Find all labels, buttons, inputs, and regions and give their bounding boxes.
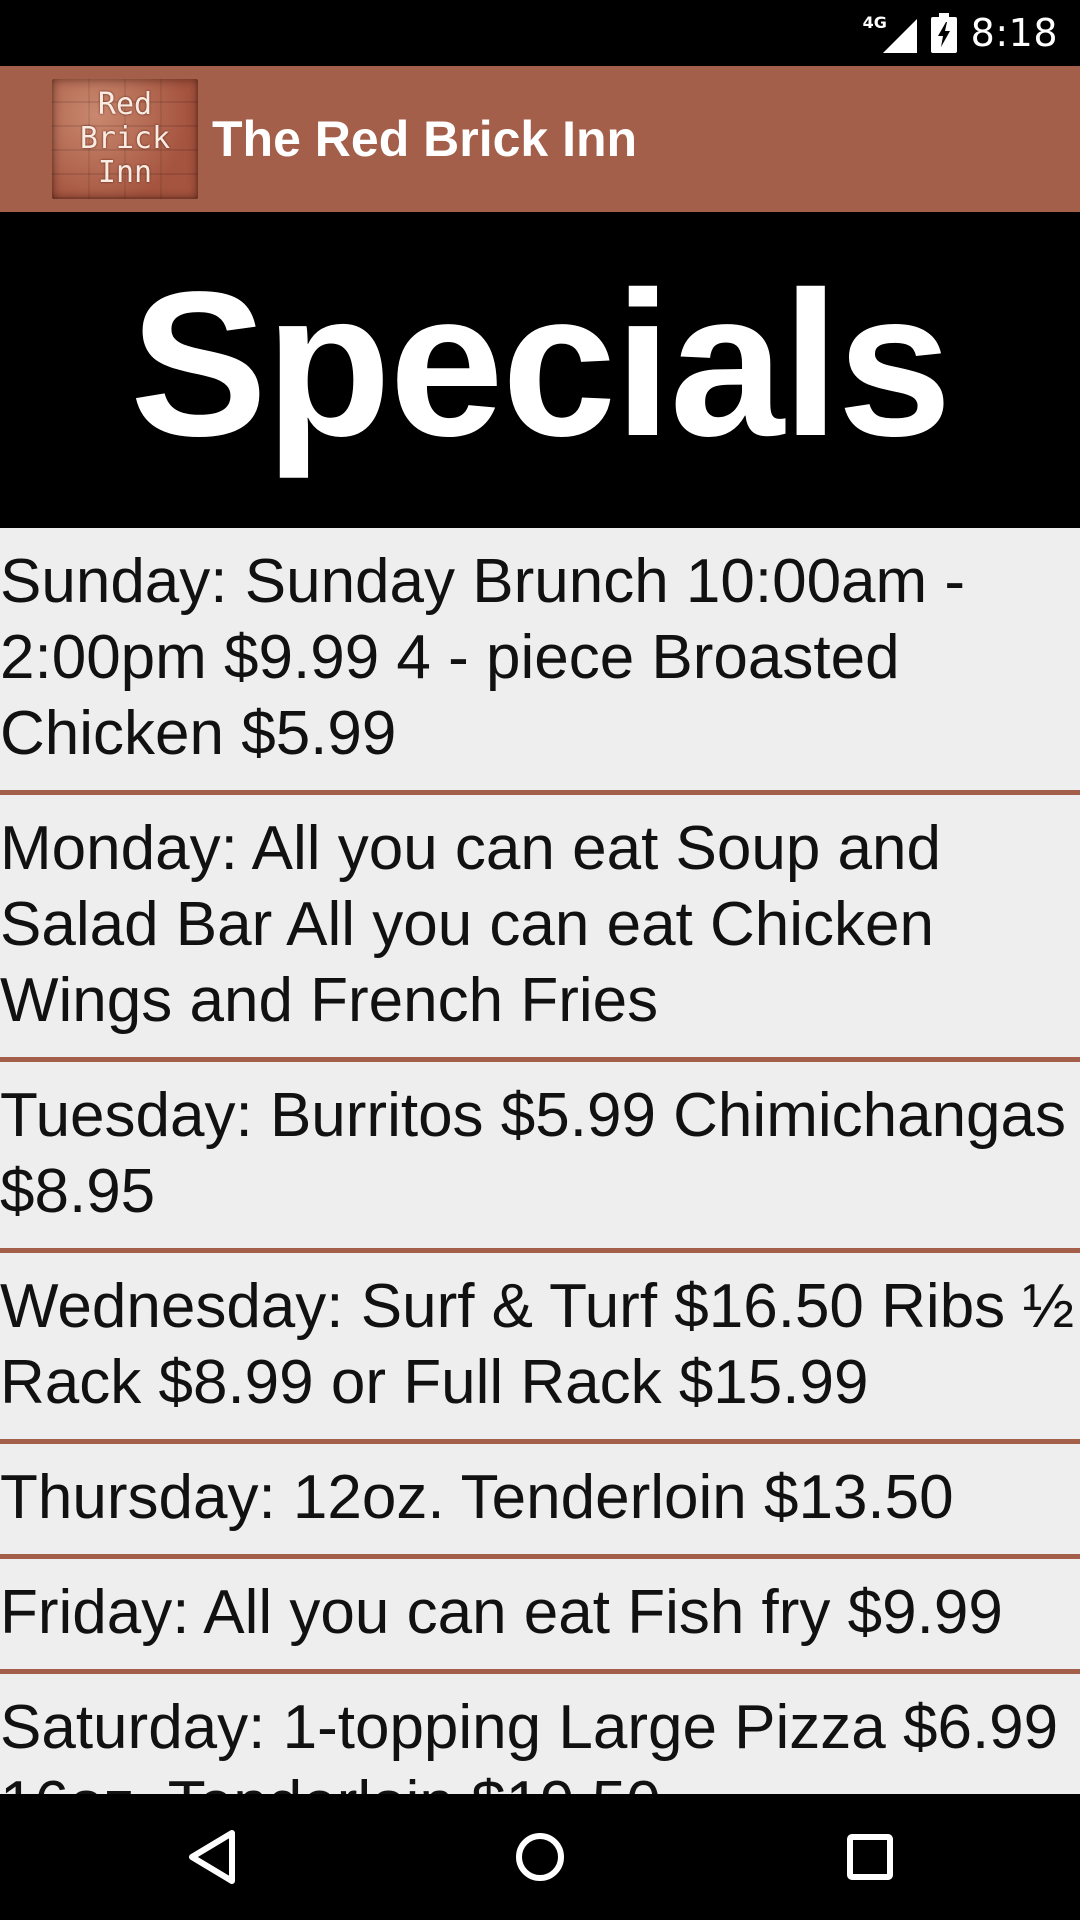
clock: 8:18 [970,11,1058,55]
app-title: The Red Brick Inn [212,111,638,167]
list-item-sunday[interactable]: Sunday: Sunday Brunch 10:00am - 2:00pm $… [0,528,1080,795]
list-item-tuesday[interactable]: Tuesday: Burritos $5.99 Chimichangas $8.… [0,1062,1080,1253]
back-icon [189,1830,235,1884]
navigation-bar [0,1794,1080,1920]
list-item-monday[interactable]: Monday: All you can eat Soup and Salad B… [0,795,1080,1062]
battery-charging-icon [930,13,957,53]
recents-icon [847,1834,893,1880]
logo-line-1: Red [97,87,153,122]
app-toolbar: Red Brick Inn The Red Brick Inn [0,66,1080,212]
list-item-thursday[interactable]: Thursday: 12oz. Tenderloin $13.50 [0,1444,1080,1559]
list-item-friday[interactable]: Friday: All you can eat Fish fry $9.99 [0,1559,1080,1674]
status-icons: 4G 8:18 [863,0,1058,66]
page-title: Specials [130,248,952,479]
back-button[interactable] [132,1794,292,1920]
status-bar: 4G 8:18 [0,0,1080,66]
logo-line-2: Brick [79,121,171,156]
app-logo: Red Brick Inn [52,79,198,199]
screen: 4G 8:18 Red Brick Inn The Red Brick Inn [0,0,1080,1920]
home-icon [516,1833,564,1881]
specials-list[interactable]: Sunday: Sunday Brunch 10:00am - 2:00pm $… [0,528,1080,1794]
specials-header: Specials [0,212,1080,528]
list-item-saturday[interactable]: Saturday: 1-topping Large Pizza $6.99 16… [0,1674,1080,1794]
signal-icon: 4G [863,13,917,53]
list-item-wednesday[interactable]: Wednesday: Surf & Turf $16.50 Ribs ½ Rac… [0,1253,1080,1444]
home-button[interactable] [460,1794,620,1920]
logo-line-3: Inn [97,155,153,190]
recents-button[interactable] [790,1794,950,1920]
